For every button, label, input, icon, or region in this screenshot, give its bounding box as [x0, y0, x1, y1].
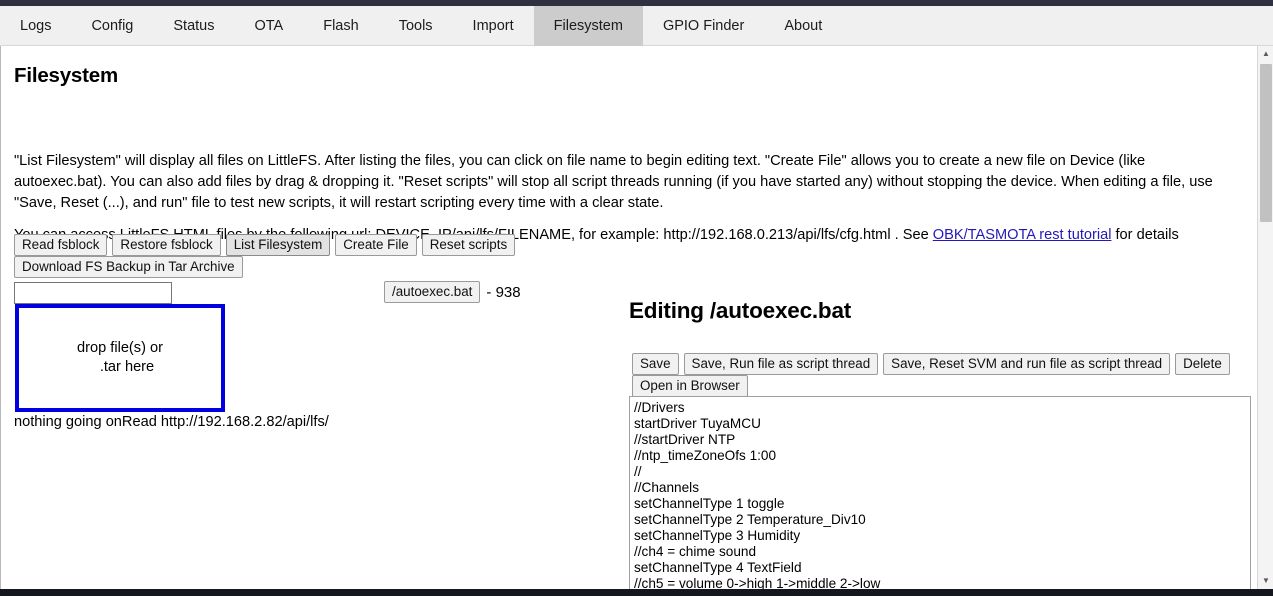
editor-button-save-reset-svm-and-run-file-as-script-thread[interactable]: Save, Reset SVM and run file as script t… [883, 353, 1171, 375]
main-nav-tabbar: Logs Config Status OTA Flash Tools Import Files… [0, 6, 1273, 46]
browser-window: Logs Config Status OTA Flash Tools Import Files… [0, 0, 1273, 596]
scroll-up-arrow-icon[interactable]: ▲ [1258, 46, 1273, 62]
nav-tab-gpio-finder[interactable]: GPIO Finder [643, 6, 764, 46]
fs-action-button-download-fs-backup-in-tar-archive[interactable]: Download FS Backup in Tar Archive [14, 256, 243, 278]
nav-tab-status[interactable]: Status [153, 6, 234, 46]
editor-button-delete[interactable]: Delete [1175, 353, 1230, 375]
file-entry: /autoexec.bat - 938 [384, 281, 521, 303]
fs-action-buttons-row-1: Read fsblock Restore fsblock List Filesyst… [14, 234, 516, 256]
fs-action-button-list-filesystem[interactable]: List Filesystem [225, 234, 331, 256]
nav-tab-flash[interactable]: Flash [303, 6, 378, 46]
rest-tutorial-link[interactable]: OBK/TASMOTA rest tutorial [933, 227, 1112, 243]
fs-action-button-read-fsblock[interactable]: Read fsblock [14, 234, 108, 256]
status-text: nothing going onRead http://192.168.2.82… [14, 414, 329, 430]
editor-button-save-run-file-as-script-thread[interactable]: Save, Run file as script thread [683, 353, 879, 375]
nav-tab-ota[interactable]: OTA [234, 6, 303, 46]
nav-tab-config[interactable]: Config [71, 6, 153, 46]
nav-tab-tools[interactable]: Tools [379, 6, 453, 46]
page-viewport: Filesystem "List Filesystem" will displa… [0, 46, 1273, 589]
file-open-button[interactable]: /autoexec.bat [384, 281, 481, 303]
dropzone-line-1: drop file(s) or [77, 340, 163, 356]
scrollbar-thumb[interactable] [1260, 64, 1272, 222]
editor-button-save[interactable]: Save [632, 353, 679, 375]
editor-buttons-row-2: Open in Browser [632, 375, 748, 397]
url-help-text-after: for details [1111, 227, 1179, 243]
file-size-label: - 938 [486, 283, 521, 301]
filename-input[interactable] [14, 282, 172, 304]
editor-button-open-in-browser[interactable]: Open in Browser [632, 375, 748, 397]
nav-tab-filesystem[interactable]: Filesystem [533, 6, 643, 46]
dropzone-line-2: .tar here [99, 359, 155, 375]
fs-action-button-create-file[interactable]: Create File [335, 234, 417, 256]
fs-action-button-restore-fsblock[interactable]: Restore fsblock [112, 234, 221, 256]
editor-buttons-row-1: Save Save, Run file as script thread Save,… [632, 353, 1230, 375]
fs-action-buttons-row-2: Download FS Backup in Tar Archive [14, 256, 243, 278]
file-content-editor[interactable] [629, 396, 1251, 589]
nav-tab-logs[interactable]: Logs [0, 6, 71, 46]
page-content: Filesystem "List Filesystem" will displa… [1, 46, 1259, 589]
page-scrollbar[interactable]: ▲ ▼ [1257, 46, 1273, 589]
scroll-down-arrow-icon[interactable]: ▼ [1258, 573, 1273, 589]
file-dropzone[interactable]: drop file(s) or .tar here [15, 304, 225, 412]
intro-paragraph: "List Filesystem" will display all files… [14, 153, 1213, 211]
page-title: Filesystem [14, 64, 118, 87]
nav-tab-import[interactable]: Import [453, 6, 534, 46]
fs-action-button-reset-scripts[interactable]: Reset scripts [421, 234, 516, 256]
nav-tab-about[interactable]: About [764, 6, 842, 46]
editor-title: Editing /autoexec.bat [629, 298, 852, 323]
window-bottom-chrome [0, 589, 1273, 596]
